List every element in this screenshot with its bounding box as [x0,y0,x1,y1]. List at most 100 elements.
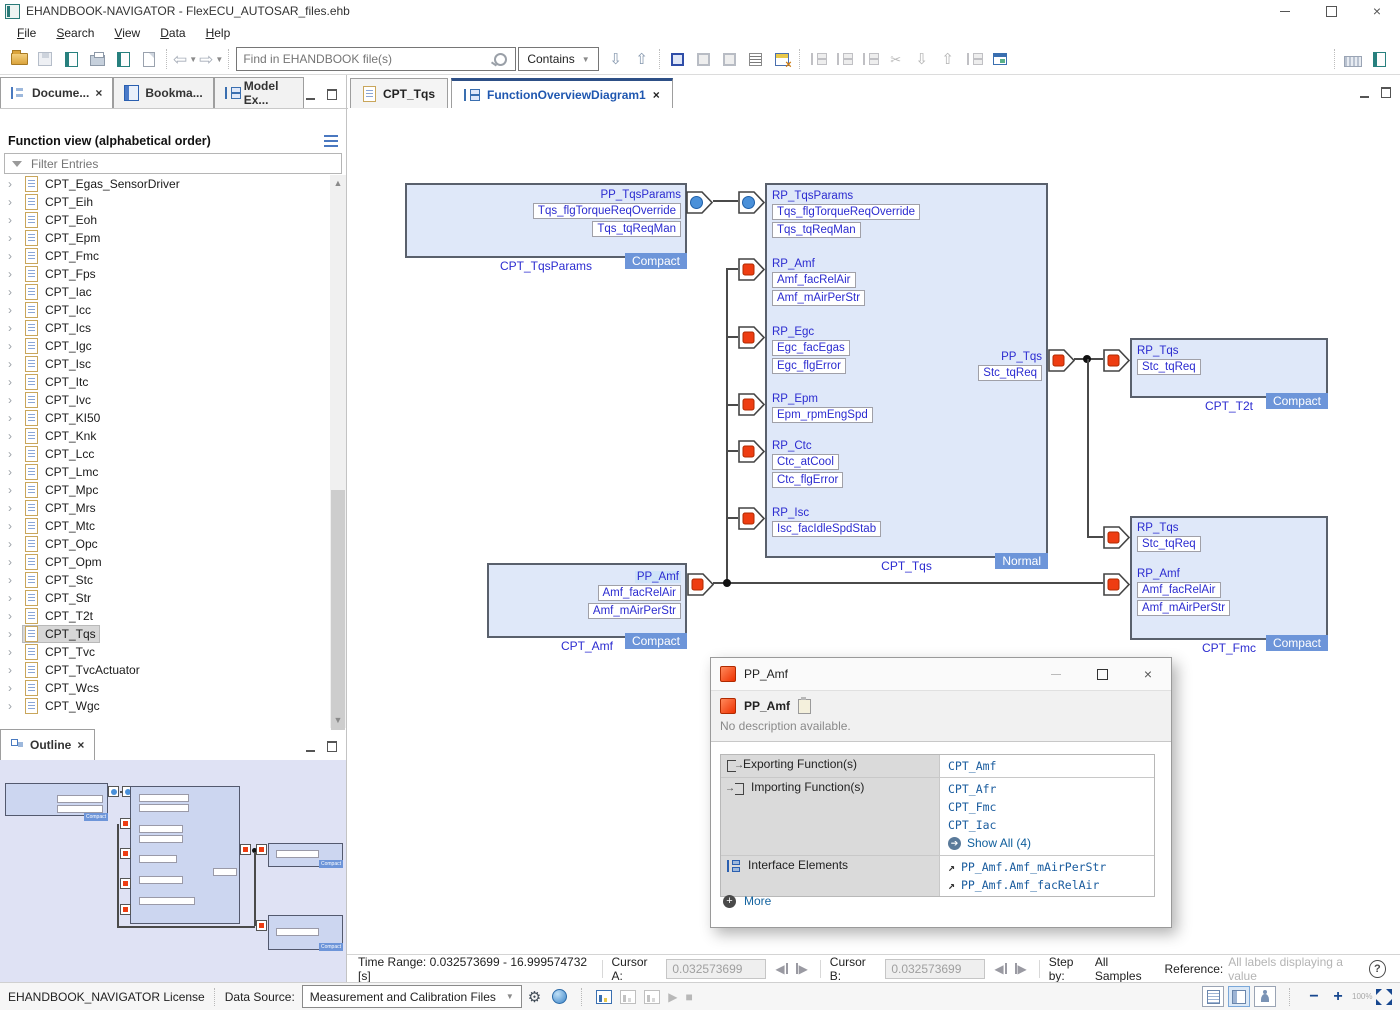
minimize-pane-button[interactable] [304,742,316,752]
selected-port-highlight[interactable]: PP_Amf [635,571,681,583]
tab-outline[interactable]: Outline × [0,729,95,760]
tree-item[interactable]: › CPT_Itc [0,373,330,391]
list-view-button[interactable] [744,47,768,71]
cursor-b-input[interactable] [885,959,985,979]
input-port-rp-isc[interactable] [738,507,765,530]
close-tab-icon[interactable]: × [77,738,84,752]
expand-chevron-icon[interactable]: › [8,429,23,443]
view-mode-badge[interactable]: Compact [625,253,687,269]
navigate-forward-button[interactable]: ⇨▼ [199,47,223,71]
minimize-pane-button[interactable] [304,90,316,100]
port-label[interactable]: RP_Egc [772,326,850,338]
ehandbook-button[interactable] [59,47,83,71]
signal-box[interactable]: Amf_mAirPerStr [588,603,681,619]
popup-close-button[interactable]: × [1125,659,1171,689]
tab-cpt-tqs[interactable]: CPT_Tqs [350,78,448,108]
menu-item[interactable]: Data [151,24,194,42]
shortcuts-button[interactable] [1341,47,1365,71]
cursor-b-step-back-button[interactable]: ◀ [994,962,1007,976]
find-input[interactable] [237,52,494,66]
expand-chevron-icon[interactable]: › [8,393,23,407]
expand-chevron-icon[interactable]: › [8,645,23,659]
help-icon[interactable]: ? [1369,960,1386,978]
maximize-pane-button[interactable] [326,90,338,100]
maximize-pane-button[interactable] [1380,88,1392,98]
expand-chevron-icon[interactable]: › [8,537,23,551]
port-label[interactable]: RP_Amf [772,258,865,270]
popup-minimize-button[interactable] [1033,659,1079,689]
table-close-button[interactable] [770,47,794,71]
diagram-tool3-button[interactable] [858,47,882,71]
expand-chevron-icon[interactable]: › [8,213,23,227]
expand-chevron-icon[interactable]: › [8,555,23,569]
expand-chevron-icon[interactable]: › [8,573,23,587]
view-mode-badge[interactable]: Compact [1266,393,1328,409]
expand-chevron-icon[interactable]: › [8,483,23,497]
tree-item[interactable]: › CPT_Fps [0,265,330,283]
navigate-back-button[interactable]: ⇦▼ [173,47,197,71]
interface-element-link[interactable]: ↗PP_Amf.Amf_mAirPerStr [948,858,1146,876]
cursor-a-step-forward-button[interactable]: ▶ [795,962,808,976]
expand-chevron-icon[interactable]: › [8,249,23,263]
tree-item[interactable]: › CPT_Wcs [0,679,330,697]
tree-item[interactable]: › CPT_Lmc [0,463,330,481]
tree-item[interactable]: › CPT_Opc [0,535,330,553]
zoom-reset-button[interactable]: 100% [1352,993,1372,1001]
expand-chevron-icon[interactable]: › [8,267,23,281]
port-label[interactable]: RP_Tqs [1137,345,1201,357]
expand-chevron-icon[interactable]: › [8,627,23,641]
step-by-value[interactable]: All Samples [1095,955,1156,983]
block-cpt-tqsparams[interactable]: PP_TqsParams Tqs_flgTorqueReqOverride Tq… [405,183,687,258]
tree-item[interactable]: › CPT_T2t [0,607,330,625]
expand-chevron-icon[interactable]: › [8,465,23,479]
port-label[interactable]: RP_Isc [772,507,881,519]
output-port-pp-amf[interactable] [687,573,714,596]
data-source-dropdown[interactable]: Measurement and Calibration Files ▼ [302,985,522,1008]
tree-item[interactable]: › CPT_Mrs [0,499,330,517]
signal-box[interactable]: Stc_tqReq [1137,536,1201,552]
expand-chevron-icon[interactable]: › [8,609,23,623]
globe-icon[interactable] [552,989,567,1004]
tree-item[interactable]: › CPT_Stc [0,571,330,589]
signal-box[interactable]: Amf_facRelAir [598,585,682,601]
function-tool2-button[interactable] [718,47,742,71]
tree-item[interactable]: › CPT_Eoh [0,211,330,229]
signal-box[interactable]: Stc_tqReq [1137,359,1201,375]
outline-minimap[interactable]: Compact Compact [0,760,346,982]
tree-item[interactable]: › CPT_Ics [0,319,330,337]
expand-chevron-icon[interactable]: › [8,519,23,533]
print-button[interactable] [85,47,109,71]
popup-maximize-button[interactable] [1079,659,1125,689]
tree-item[interactable]: › CPT_Igc [0,337,330,355]
input-port-rp-egc[interactable] [738,326,765,349]
block-cpt-fmc[interactable]: RP_Tqs Stc_tqReq RP_Amf Amf_facRelAir Am… [1130,516,1328,640]
importing-function-link[interactable]: CPT_Iac [948,816,1146,834]
close-tab-icon[interactable]: × [95,86,102,100]
measurement-chart-icon[interactable] [596,990,612,1004]
open-file-button[interactable] [7,47,31,71]
signal-box[interactable]: Amf_mAirPerStr [1137,600,1230,616]
minimize-button[interactable] [1262,0,1308,22]
expand-chevron-icon[interactable]: › [8,591,23,605]
signal-box[interactable]: Ctc_flgError [772,472,843,488]
input-port-rp-tqsparams[interactable] [738,191,765,214]
filter-input[interactable] [29,156,341,172]
menu-item[interactable]: View [105,24,149,42]
output-port-pp-tqs[interactable] [1048,349,1075,372]
block-cpt-t2t[interactable]: RP_Tqs Stc_tqReq CPT_T2t Compact [1130,338,1328,398]
input-port-fmc-rp-tqs[interactable] [1103,526,1130,549]
tree-item[interactable]: › CPT_Knk [0,427,330,445]
maximize-button[interactable] [1308,0,1354,22]
signal-box[interactable]: Stc_tqReq [978,365,1042,381]
tree-item[interactable]: › CPT_Lcc [0,445,330,463]
match-mode-dropdown[interactable]: Contains ▼ [518,47,598,71]
chart-disabled2-icon[interactable] [644,990,660,1004]
signal-box[interactable]: Tqs_flgTorqueReqOverride [533,203,681,219]
expand-chevron-icon[interactable]: › [8,231,23,245]
author-view-button[interactable] [1254,986,1276,1007]
signal-box[interactable]: Ctc_atCool [772,454,839,470]
zoom-out-button[interactable]: − [1304,988,1324,1006]
close-tab-icon[interactable]: × [653,88,660,102]
single-view-button[interactable] [1202,986,1224,1007]
input-port-t2t-rp-tqs[interactable] [1103,349,1130,372]
